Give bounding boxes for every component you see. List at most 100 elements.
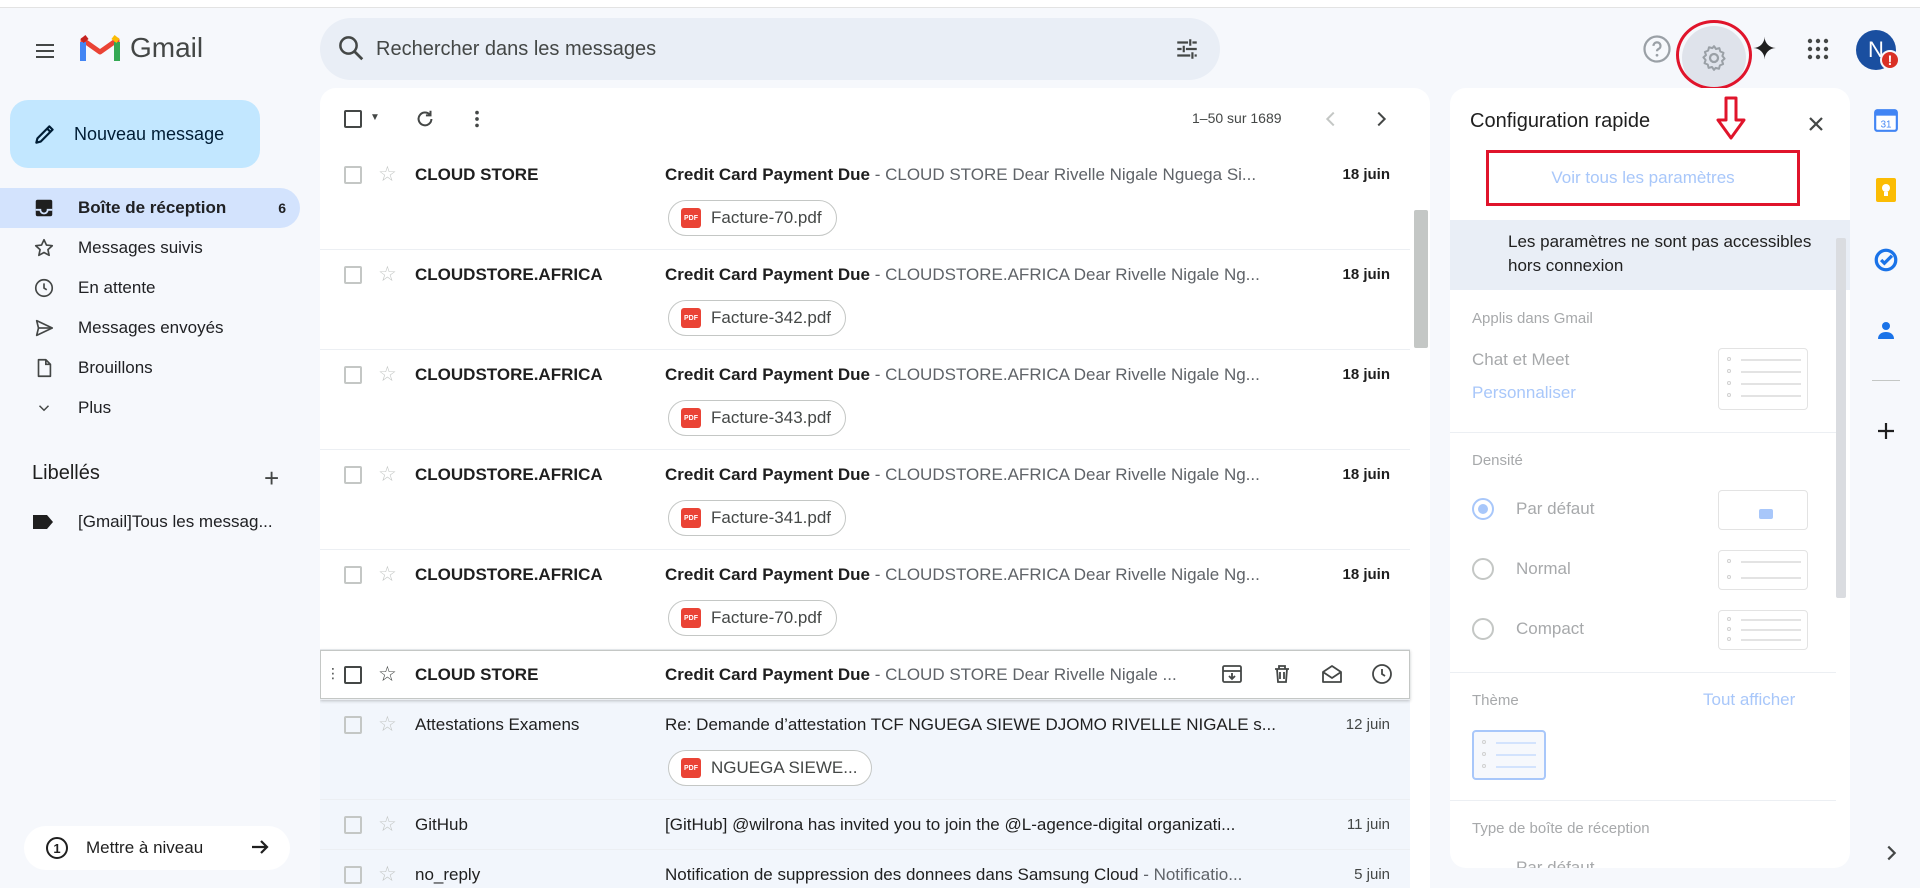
chat-meet-preview [1718,348,1808,410]
sidebar-item-more[interactable]: Plus [0,388,300,428]
customize-link[interactable]: Personnaliser [1472,383,1576,403]
search-options-icon[interactable] [1174,36,1200,62]
tasks-app-button[interactable] [1866,240,1906,280]
sidebar-item-drafts[interactable]: Brouillons [0,348,300,388]
contacts-app-button[interactable] [1866,310,1906,350]
list-scrollbar[interactable] [1414,210,1428,348]
email-row[interactable]: ☆ Attestations Examens Re: Demande d’att… [320,700,1410,800]
select-all-checkbox[interactable] [344,110,362,128]
top-border [0,0,1920,8]
density-compact-radio[interactable] [1472,618,1494,640]
gemini-icon[interactable]: ✦ [1752,32,1777,67]
email-row[interactable]: ☆ CLOUDSTORE.AFRICA Credit Card Payment … [320,550,1410,650]
email-row-hovered[interactable]: ⋮⋮ ☆ CLOUD STORE Credit Card Payment Due… [320,650,1410,700]
star-icon[interactable]: ☆ [378,362,397,387]
attachment-chip[interactable]: PDF Facture-70.pdf [668,200,837,236]
sidebar-item-inbox[interactable]: Boîte de réception 6 [0,188,300,228]
star-icon [32,236,56,260]
row-checkbox[interactable] [344,716,362,734]
email-row[interactable]: ☆ CLOUDSTORE.AFRICA Credit Card Payment … [320,450,1410,550]
attachment-chip[interactable]: PDF Facture-343.pdf [668,400,847,436]
more-vert-icon[interactable] [466,108,488,130]
chevron-right-icon[interactable] [1880,842,1902,864]
close-icon[interactable] [1804,112,1828,136]
gmail-logo[interactable]: Gmail [80,32,203,64]
archive-icon[interactable] [1220,662,1244,686]
search-icon[interactable] [336,33,366,63]
sidebar-item-snoozed[interactable]: En attente [0,268,300,308]
row-checkbox[interactable] [344,566,362,584]
inbox-type-value: Par défaut [1516,858,1595,868]
star-icon[interactable]: ☆ [378,712,397,737]
pdf-icon: PDF [681,308,701,328]
email-subject-line: [GitHub] @wilrona has invited you to joi… [665,815,1285,835]
email-sender: CLOUD STORE [415,165,539,184]
row-checkbox[interactable] [344,866,362,884]
row-checkbox[interactable] [344,666,362,684]
theme-preview[interactable] [1472,730,1546,780]
email-sender: CLOUD STORE [415,665,539,684]
density-default-radio[interactable] [1472,498,1494,520]
select-dropdown-icon[interactable]: ▼ [370,112,380,123]
keep-app-button[interactable] [1866,170,1906,210]
attachment-chip[interactable]: PDF NGUEGA SIEWE... [668,750,873,786]
inbox-icon [32,196,56,220]
pdf-icon: PDF [681,508,701,528]
compose-button[interactable]: Nouveau message [10,100,260,168]
chevron-right-icon[interactable] [1370,108,1392,130]
email-sender: no_reply [415,865,481,884]
help-icon[interactable] [1642,34,1672,64]
upgrade-button[interactable]: 1 Mettre à niveau [24,826,290,870]
star-icon[interactable]: ☆ [378,862,397,887]
trash-icon[interactable] [1270,662,1294,686]
email-row[interactable]: ☆ CLOUD STORE Credit Card Payment Due - … [320,150,1410,250]
attachment-chip[interactable]: PDF Facture-341.pdf [668,500,847,536]
row-checkbox[interactable] [344,366,362,384]
theme-show-all-link[interactable]: Tout afficher [1703,690,1795,710]
add-label-button[interactable]: + [264,463,279,494]
mark-unread-icon[interactable] [1320,662,1344,686]
star-icon[interactable]: ☆ [378,812,397,837]
add-addon-button[interactable] [1866,411,1906,451]
calendar-icon: 31 [1874,109,1898,132]
quick-settings-scrollbar[interactable] [1836,238,1846,598]
email-row[interactable]: ☆ no_reply Notification de suppression d… [320,850,1410,888]
email-sender: CLOUDSTORE.AFRICA [415,265,603,284]
attachment-chip[interactable]: PDF Facture-70.pdf [668,600,837,636]
label-item[interactable]: [Gmail]Tous les messag... [32,512,273,532]
email-row[interactable]: ☆ GitHub [GitHub] @wilrona has invited y… [320,800,1410,850]
email-subject: Re: Demande d’attestation TCF NGUEGA SIE… [665,715,1276,734]
row-checkbox[interactable] [344,816,362,834]
email-snippet: - CLOUD STORE Dear Rivelle Nigale Nguega… [870,165,1257,184]
row-checkbox[interactable] [344,266,362,284]
see-all-settings-button[interactable]: Voir tous les paramètres [1486,150,1800,206]
star-icon[interactable]: ☆ [378,462,397,487]
email-snippet: - CLOUDSTORE.AFRICA Dear Rivelle Nigale … [870,465,1260,484]
row-checkbox[interactable] [344,466,362,484]
unread-count: 6 [278,200,286,216]
sidebar-item-starred[interactable]: Messages suivis [0,228,300,268]
main-menu-button[interactable] [28,34,62,68]
star-icon[interactable]: ☆ [378,262,397,287]
arrow-right-icon [252,840,269,854]
email-subject: Credit Card Payment Due [665,665,870,684]
search-input[interactable]: Rechercher dans les messages [376,38,656,61]
star-icon[interactable]: ☆ [378,162,397,187]
density-normal-radio[interactable] [1472,558,1494,580]
apps-grid-icon[interactable] [1806,37,1830,61]
email-row[interactable]: ☆ CLOUDSTORE.AFRICA Credit Card Payment … [320,350,1410,450]
gmail-m-icon [80,35,120,61]
row-checkbox[interactable] [344,166,362,184]
email-row[interactable]: ☆ CLOUDSTORE.AFRICA Credit Card Payment … [320,250,1410,350]
refresh-icon[interactable] [414,108,436,130]
tasks-icon [1874,248,1898,272]
chevron-left-icon[interactable] [1320,108,1342,130]
search-bar[interactable]: Rechercher dans les messages [320,18,1220,80]
snooze-clock-icon[interactable] [1370,662,1394,686]
sidebar-item-sent[interactable]: Messages envoyés [0,308,300,348]
star-icon[interactable]: ☆ [378,562,397,587]
email-subject: Credit Card Payment Due [665,265,870,284]
attachment-chip[interactable]: PDF Facture-342.pdf [668,300,847,336]
star-icon[interactable]: ☆ [378,662,397,687]
calendar-app-button[interactable]: 31 [1866,100,1906,140]
